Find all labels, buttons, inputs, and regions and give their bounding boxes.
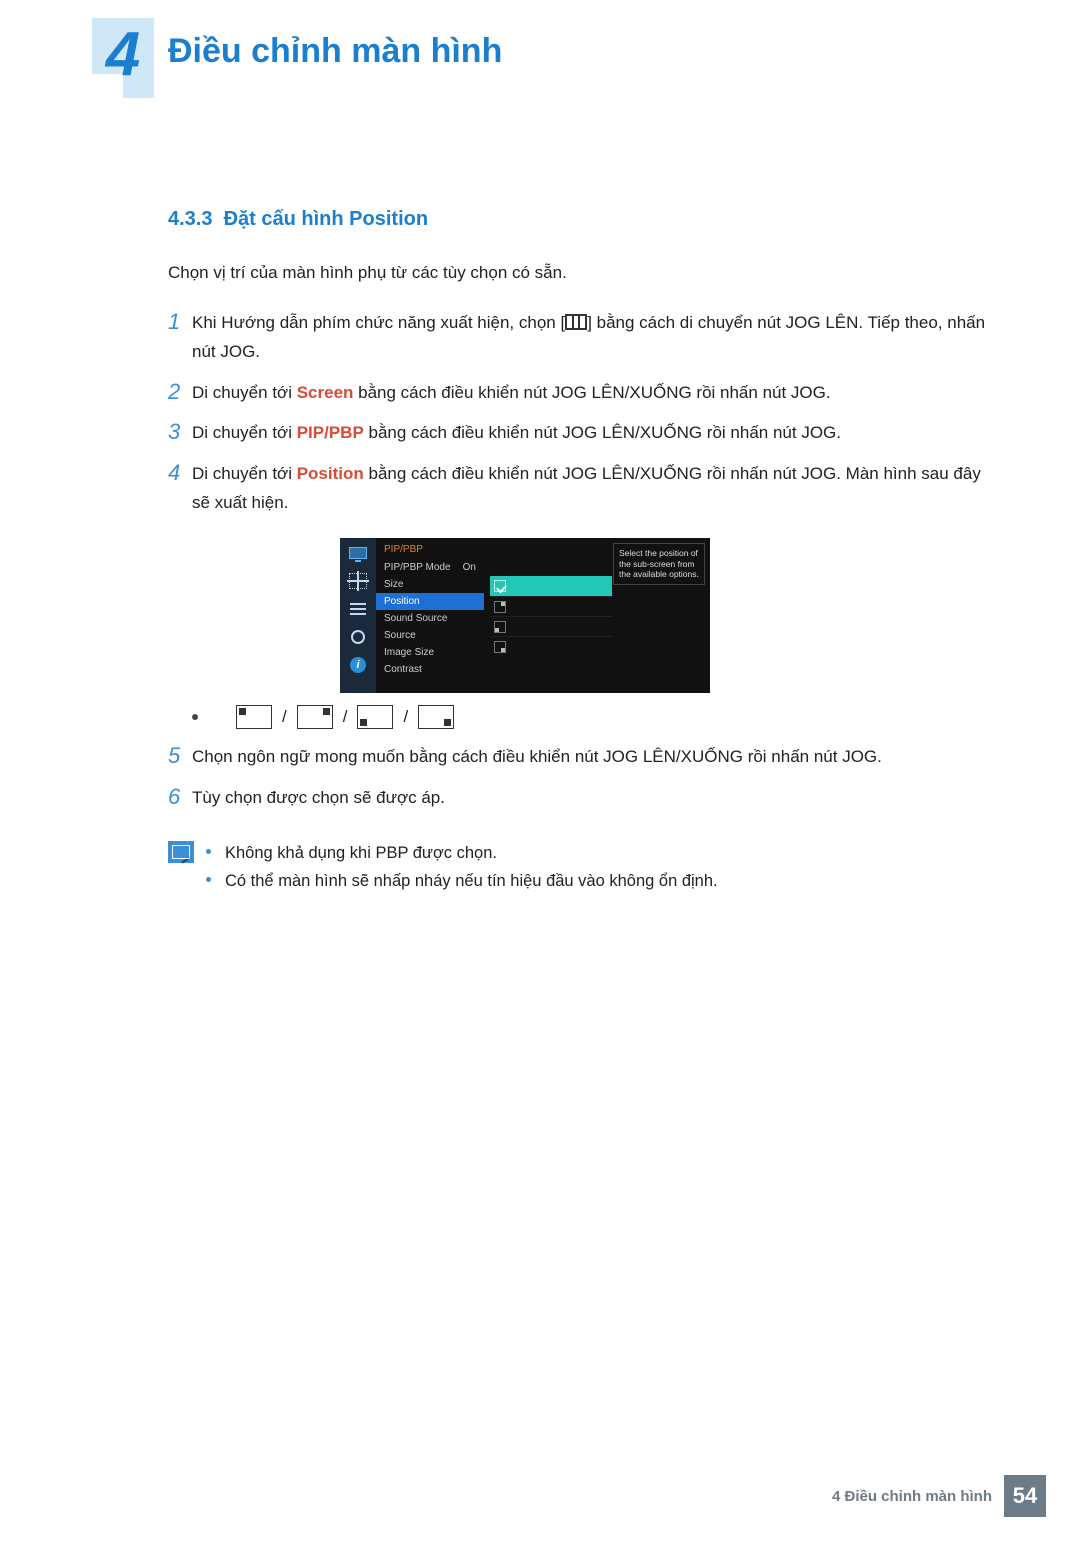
step-highlight: Position [297, 464, 364, 483]
bullet-icon [192, 714, 198, 720]
step-6: 6 Tùy chọn được chọn sẽ được áp. [168, 784, 988, 813]
step-text: Di chuyển tới [192, 383, 297, 402]
osd-sidebar: i [340, 538, 376, 693]
osd-position-option-selected [490, 576, 612, 596]
note-text: Không khả dụng khi PBP được chọn. [225, 839, 497, 867]
osd-hint-text: Select the position of the sub-screen fr… [613, 543, 705, 585]
osd-menu-title: PIP/PBP [376, 542, 484, 559]
step-1: 1 Khi Hướng dẫn phím chức năng xuất hiện… [168, 309, 988, 367]
section-number: 4.3.3 [168, 208, 212, 230]
chapter-title: Điều chỉnh màn hình [168, 32, 502, 71]
step-text: Khi Hướng dẫn phím chức năng xuất hiện, … [192, 313, 565, 332]
position-bl-icon [494, 621, 506, 633]
position-tr-icon [494, 601, 506, 613]
step-text: Di chuyển tới [192, 423, 297, 442]
step-4: 4 Di chuyển tới Position bằng cách điều … [168, 460, 988, 518]
note-text: Có thể màn hình sẽ nhấp nháy nếu tín hiệ… [225, 867, 718, 895]
step-text: Di chuyển tới [192, 464, 297, 483]
osd-item-source: Source [376, 627, 484, 644]
separator: / [403, 707, 408, 727]
chapter-number: 4 [92, 18, 154, 98]
osd-screenshot: i PIP/PBP PIP/PBP Mode On Size Position … [340, 538, 710, 693]
osd-position-option [490, 596, 612, 616]
chapter-number-badge: 4 [92, 18, 154, 98]
step-5: 5 Chọn ngôn ngữ mong muốn bằng cách điều… [168, 743, 988, 772]
page-number: 54 [1004, 1475, 1046, 1517]
monitor-icon [348, 544, 368, 562]
step-text: bằng cách điều khiển nút JOG LÊN/XUỐNG r… [364, 423, 841, 442]
osd-item-sound: Sound Source [376, 610, 484, 627]
osd-preview: Select the position of the sub-screen fr… [484, 538, 710, 693]
osd-position-option [490, 636, 612, 656]
osd-item-contrast: Contrast [376, 661, 484, 678]
step-number: 1 [168, 309, 192, 367]
position-br-icon [494, 641, 506, 653]
position-icons-row: / / / [192, 705, 988, 729]
position-top-left-icon [236, 705, 272, 729]
gear-icon [348, 628, 368, 646]
note-item: Không khả dụng khi PBP được chọn. [206, 839, 718, 867]
osd-item-position: Position [376, 593, 484, 610]
separator: / [343, 707, 348, 727]
step-highlight: PIP/PBP [297, 423, 364, 442]
step-number: 2 [168, 379, 192, 408]
check-icon [494, 580, 506, 592]
step-number: 6 [168, 784, 192, 813]
list-icon [348, 600, 368, 618]
steps-list: 1 Khi Hướng dẫn phím chức năng xuất hiện… [168, 309, 988, 518]
pbp-icon [348, 572, 368, 590]
step-number: 4 [168, 460, 192, 518]
step-3: 3 Di chuyển tới PIP/PBP bằng cách điều k… [168, 419, 988, 448]
bullet-icon [206, 877, 211, 882]
chapter-header: 4 Điều chỉnh màn hình [92, 18, 988, 98]
osd-item-size: Size [376, 576, 484, 593]
osd-item-label: PIP/PBP Mode [384, 562, 451, 573]
separator: / [282, 707, 287, 727]
footer-label: 4 Điều chỉnh màn hình [832, 1488, 992, 1505]
info-icon: i [348, 656, 368, 674]
position-bottom-left-icon [357, 705, 393, 729]
step-2: 2 Di chuyển tới Screen bằng cách điều kh… [168, 379, 988, 408]
osd-item-value: On [463, 562, 476, 573]
osd-position-option [490, 616, 612, 636]
osd-menu: PIP/PBP PIP/PBP Mode On Size Position So… [376, 538, 484, 693]
section-title: Đặt cấu hình Position [224, 208, 428, 230]
step-number: 3 [168, 419, 192, 448]
note-block: Không khả dụng khi PBP được chọn. Có thể… [168, 839, 988, 895]
note-item: Có thể màn hình sẽ nhấp nháy nếu tín hiệ… [206, 867, 718, 895]
position-top-right-icon [297, 705, 333, 729]
step-number: 5 [168, 743, 192, 772]
note-icon [168, 841, 194, 863]
step-highlight: Screen [297, 383, 354, 402]
section-heading: 4.3.3 Đặt cấu hình Position [168, 208, 988, 231]
osd-item-imagesize: Image Size [376, 644, 484, 661]
page-footer: 4 Điều chỉnh màn hình 54 [832, 1475, 1046, 1517]
step-text: Chọn ngôn ngữ mong muốn bằng cách điều k… [192, 743, 988, 772]
menu-icon [565, 314, 587, 330]
position-bottom-right-icon [418, 705, 454, 729]
step-text: Tùy chọn được chọn sẽ được áp. [192, 784, 988, 813]
osd-item-mode: PIP/PBP Mode On [376, 559, 484, 576]
section-intro: Chọn vị trí của màn hình phụ từ các tùy … [168, 261, 988, 285]
steps-list-cont: 5 Chọn ngôn ngữ mong muốn bằng cách điều… [168, 743, 988, 813]
step-text: bằng cách điều khiển nút JOG LÊN/XUỐNG r… [353, 383, 830, 402]
bullet-icon [206, 849, 211, 854]
